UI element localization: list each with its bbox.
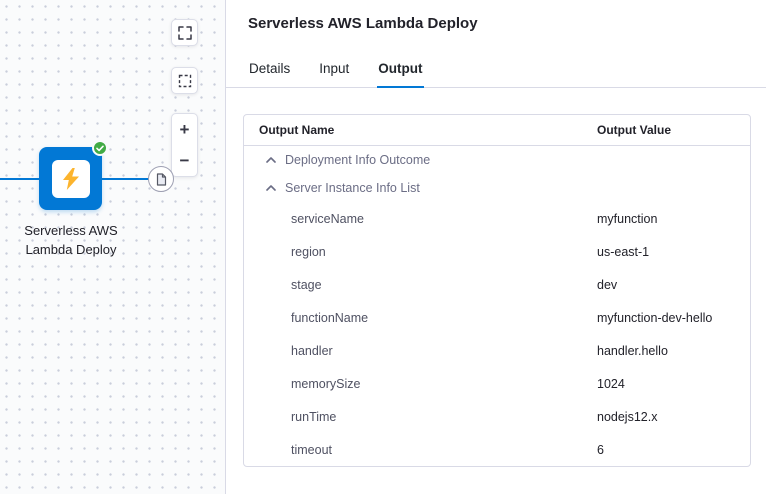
document-icon [156,173,167,186]
serverless-lambda-icon [52,160,90,198]
chevron-up-icon [266,185,276,191]
expand-icon [178,26,192,40]
zoom-controls: + − [171,113,198,177]
group-server-instance-info-list[interactable]: Server Instance Info List [244,174,750,202]
zoom-in-button[interactable]: + [172,114,197,145]
table-row: stage dev [244,268,750,301]
zoom-out-button[interactable]: − [172,145,197,176]
group-label: Deployment Info Outcome [285,153,430,167]
output-value: nodejs12.x [597,410,750,424]
table-header-row: Output Name Output Value [244,115,750,146]
canvas-select-button[interactable] [171,67,198,94]
panel-title: Serverless AWS Lambda Deploy [226,0,766,32]
output-value: myfunction [597,212,750,226]
group-label: Server Instance Info List [285,181,420,195]
output-value: myfunction-dev-hello [597,311,750,325]
output-name: memorySize [244,377,597,391]
node-attachment-button[interactable] [148,166,174,192]
table-row: memorySize 1024 [244,367,750,400]
marquee-select-icon [178,74,192,88]
tab-bar: Details Input Output [226,53,766,88]
step-detail-panel: Serverless AWS Lambda Deploy Details Inp… [226,0,766,494]
edge-outgoing [101,178,149,180]
node-serverless-aws-lambda-deploy[interactable] [39,147,102,210]
output-value: us-east-1 [597,245,750,259]
tab-input[interactable]: Input [318,53,350,87]
output-name: serviceName [244,212,597,226]
output-name: handler [244,344,597,358]
output-name: timeout [244,443,597,457]
table-row: serviceName myfunction [244,202,750,235]
chevron-up-icon [266,157,276,163]
success-badge [92,140,108,156]
canvas-fit-button[interactable] [171,19,198,46]
output-name: runTime [244,410,597,424]
output-value: 1024 [597,377,750,391]
output-name: stage [244,278,597,292]
table-row: handler handler.hello [244,334,750,367]
tab-details[interactable]: Details [248,53,291,87]
output-name: functionName [244,311,597,325]
output-name: region [244,245,597,259]
table-row: runTime nodejs12.x [244,400,750,433]
table-row: timeout 6 [244,433,750,466]
output-value: 6 [597,443,750,457]
edge-incoming [0,178,39,180]
group-deployment-info-outcome[interactable]: Deployment Info Outcome [244,146,750,174]
column-header-output-name: Output Name [244,123,597,137]
output-value: handler.hello [597,344,750,358]
node-label: Serverless AWS Lambda Deploy [0,221,142,259]
column-header-output-value: Output Value [597,123,750,137]
table-row: region us-east-1 [244,235,750,268]
table-row: functionName myfunction-dev-hello [244,301,750,334]
output-value: dev [597,278,750,292]
output-table: Output Name Output Value Deployment Info… [243,114,751,467]
pipeline-canvas[interactable]: + − Serverless AWS Lambda Deploy [0,0,226,494]
tab-output[interactable]: Output [377,53,423,88]
